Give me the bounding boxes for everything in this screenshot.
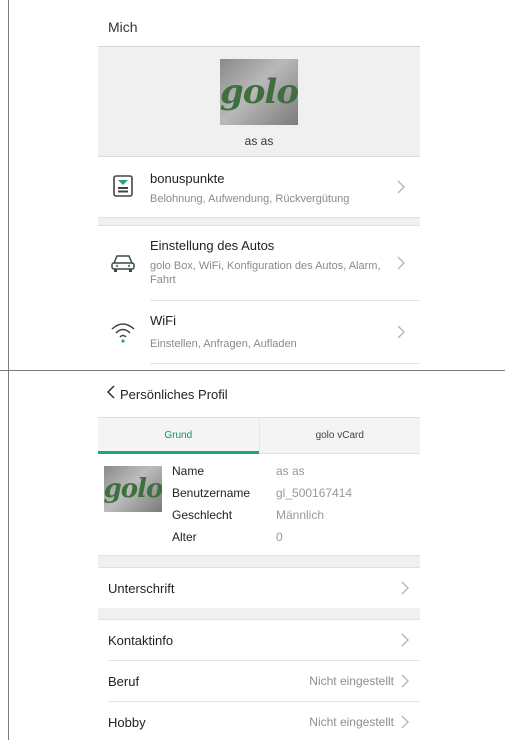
menu-item-wifi[interactable]: WiFi Einstellen, Anfragen, Aufladen: [98, 301, 420, 363]
info-value: 0: [276, 530, 283, 544]
menu-item-subtitle: golo Box, WiFi, Konfiguration des Autos,…: [150, 260, 381, 286]
avatar[interactable]: golo: [104, 466, 162, 512]
row-label: Beruf: [108, 673, 140, 689]
row-value: Nicht eingestellt: [309, 715, 394, 729]
info-row-gender: Geschlecht Männlich: [172, 508, 410, 528]
chevron-right-icon: [392, 178, 410, 196]
chevron-right-icon: [392, 254, 410, 272]
golo-logo: golo: [104, 474, 162, 504]
row-signature[interactable]: Unterschrift: [98, 568, 420, 608]
info-row-username: Benutzername gl_500167414: [172, 486, 410, 506]
row-job[interactable]: Beruf Nicht eingestellt: [98, 661, 420, 701]
tab-bar: Grund golo vCard: [98, 418, 420, 454]
chevron-right-icon: [392, 323, 410, 341]
menu-item-title: Einstellung des Autos: [150, 238, 275, 253]
me-screen: Mich golo as as bonuspunkte Belohnung, A…: [98, 8, 420, 370]
row-label: Kontaktinfo: [108, 632, 174, 648]
row-label: Hobby: [108, 714, 146, 730]
frame-divider-left-top: [8, 0, 9, 370]
page-title: Persönliches Profil: [120, 386, 228, 402]
info-key: Alter: [172, 530, 197, 544]
chevron-right-icon: [396, 579, 414, 597]
profile-header[interactable]: golo as as: [98, 47, 420, 157]
menu-item-bonus[interactable]: bonuspunkte Belohnung, Aufwendung, Rückv…: [98, 157, 420, 217]
coin-stack-icon: [110, 173, 136, 199]
chevron-right-icon: [396, 631, 414, 649]
item-divider: [150, 363, 420, 364]
info-key: Name: [172, 464, 205, 478]
info-row-age: Alter 0: [172, 530, 410, 550]
info-row-name: Name as as: [172, 464, 410, 484]
row-contact-info[interactable]: Kontaktinfo: [98, 620, 420, 660]
profile-screen: Persönliches Profil Grund golo vCard gol…: [98, 371, 420, 740]
info-value: as as: [276, 464, 305, 478]
nav-bar: Persönliches Profil: [98, 371, 420, 418]
chevron-right-icon: [396, 672, 414, 690]
wifi-icon: [110, 319, 136, 345]
profile-info-card: golo Name as as Benutzername gl_50016741…: [98, 454, 420, 556]
tab-golo-vcard[interactable]: golo vCard: [258, 418, 421, 453]
section-gap: [98, 608, 420, 620]
row-value: Nicht eingestellt: [309, 674, 394, 688]
page-title: Mich: [98, 8, 420, 47]
menu-item-subtitle: Belohnung, Aufwendung, Rückvergütung: [150, 193, 350, 205]
menu-item-subtitle: Einstellen, Anfragen, Aufladen: [150, 338, 297, 350]
info-value: gl_500167414: [276, 486, 353, 500]
info-key: Geschlecht: [172, 508, 233, 522]
info-value: Männlich: [276, 508, 325, 522]
frame-divider-left-bottom: [8, 370, 9, 740]
section-gap: [98, 556, 420, 568]
profile-name: as as: [244, 134, 274, 148]
section-gap: [98, 217, 420, 226]
menu-item-title: WiFi: [150, 313, 176, 328]
menu-item-title: bonuspunkte: [150, 171, 225, 186]
tab-grund[interactable]: Grund: [98, 418, 259, 454]
golo-logo: golo: [220, 72, 298, 112]
row-hobby[interactable]: Hobby Nicht eingestellt: [98, 702, 420, 740]
menu-item-car-settings[interactable]: Einstellung des Autos golo Box, WiFi, Ko…: [98, 226, 420, 300]
chevron-right-icon: [396, 713, 414, 731]
car-icon: [110, 250, 136, 276]
back-button[interactable]: [98, 371, 116, 417]
row-label: Unterschrift: [108, 580, 175, 596]
avatar[interactable]: golo: [220, 59, 298, 125]
info-key: Benutzername: [172, 486, 251, 500]
chevron-left-icon: [106, 384, 116, 405]
